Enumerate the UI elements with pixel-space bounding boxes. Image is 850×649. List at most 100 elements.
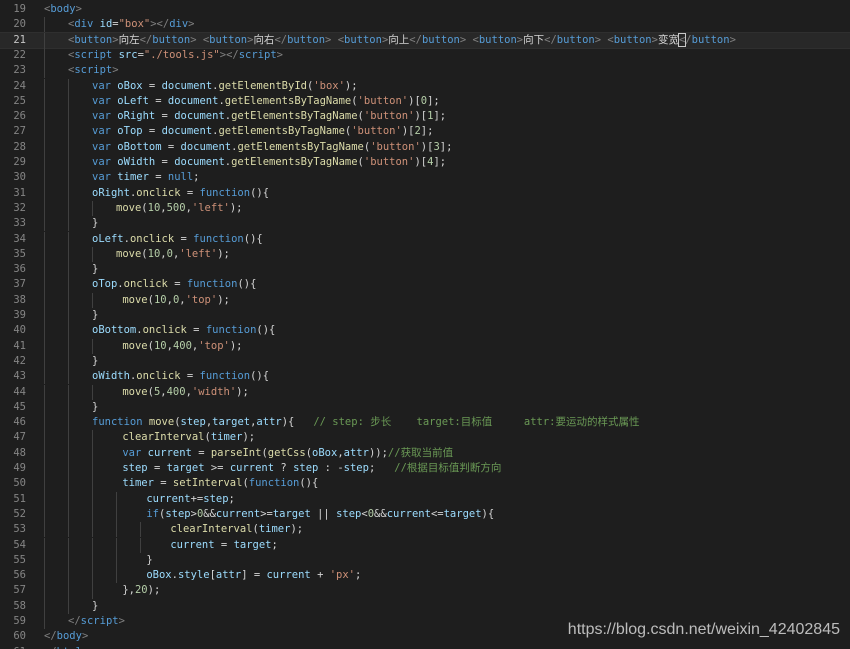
code-line-24[interactable]: 24 var oBox = document.getElementById('bo…	[0, 78, 850, 94]
token: >=	[204, 462, 230, 474]
line-number: 52	[13, 507, 26, 520]
code-line-55[interactable]: 55 }	[0, 552, 850, 569]
line-number: 59	[13, 615, 26, 627]
line-code: <script>	[68, 63, 119, 78]
line-number: 36	[13, 263, 26, 276]
code-line-19[interactable]: 19 <body>	[0, 2, 850, 17]
token: button	[691, 33, 730, 46]
code-line-34[interactable]: 34 oLeft.onclick = function(){	[0, 231, 850, 247]
code-line-61[interactable]: 61 </html>	[0, 645, 850, 649]
token: function	[199, 186, 251, 199]
token: );	[229, 339, 243, 352]
token: script	[74, 64, 113, 77]
code-line-48[interactable]: 48 var current = parseInt(getCss(oBox,at…	[0, 445, 850, 461]
code-line-26[interactable]: 26 var oRight = document.getElementsByTag…	[0, 109, 850, 125]
code-line-46[interactable]: 46 function move(step,target,attr){ // st…	[0, 415, 850, 431]
token: }	[92, 599, 99, 612]
token: =	[148, 171, 168, 184]
code-line-58[interactable]: 58}	[0, 598, 850, 614]
line-code: var timer = null;	[92, 170, 200, 185]
token: timer	[210, 431, 243, 444]
token: }	[92, 217, 99, 230]
indent-guide	[44, 506, 45, 523]
code-line-42[interactable]: 42}	[0, 353, 850, 370]
code-line-27[interactable]: 27 var oTop = document.getElementsByTagNa…	[0, 124, 850, 140]
token: ];	[420, 125, 434, 138]
code-line-22[interactable]: 22 <script src="./tools.js"></script>	[0, 47, 850, 64]
line-code: timer = setInterval(function(){	[116, 476, 318, 491]
token: move	[122, 293, 148, 306]
token: ;	[368, 462, 395, 474]
token: clearInterval	[122, 431, 205, 444]
code-line-45[interactable]: 45}	[0, 399, 850, 416]
code-line-25[interactable]: 25 var oLeft = document.getElementsByTagN…	[0, 93, 850, 110]
code-line-51[interactable]: 51 current+=step;	[0, 491, 850, 507]
indent-guide	[116, 491, 117, 507]
code-line-50[interactable]: 50 timer = setInterval(function(){	[0, 476, 850, 492]
line-code: var oLeft = document.getElementsByTagNam…	[92, 94, 440, 109]
code-line-32[interactable]: 32 move(10,500,'left');	[0, 200, 850, 217]
code-line-43[interactable]: 43 oWidth.onclick = function(){	[0, 369, 850, 385]
token: button	[421, 33, 460, 46]
code-line-33[interactable]: 33}	[0, 216, 850, 232]
code-line-21[interactable]: 21 <button>向左</button> <button>向右</button…	[0, 31, 850, 49]
code-line-56[interactable]: 56 oBox.style[attr] = current + 'px';	[0, 568, 850, 584]
indent-guide	[44, 445, 45, 461]
code-line-49[interactable]: 49 step = target >= current ? step : -st…	[0, 461, 850, 477]
code-line-28[interactable]: 28 var oBottom = document.getElementsByTa…	[0, 139, 850, 155]
code-line-44[interactable]: 44 move(5,400,'width');	[0, 384, 850, 400]
token: ;	[193, 171, 200, 184]
indent-guide	[68, 399, 69, 416]
code-line-36[interactable]: 36}	[0, 262, 850, 278]
code-line-31[interactable]: 31 oRight.onclick = function(){	[0, 185, 850, 201]
indent-guide	[44, 17, 45, 33]
token: </	[44, 630, 57, 643]
code-line-41[interactable]: 41 move(10,400,'top');	[0, 338, 850, 354]
code-line-39[interactable]: 39}	[0, 308, 850, 324]
code-line-30[interactable]: 30 var timer = null;	[0, 170, 850, 186]
code-line-38[interactable]: 38 move(10,0,'top');	[0, 292, 850, 308]
code-line-23[interactable]: 23 <script>	[0, 63, 850, 79]
token: button	[344, 33, 382, 46]
code-line-57[interactable]: 57 },20);	[0, 583, 850, 599]
line-number: 29	[13, 156, 26, 168]
code-line-53[interactable]: 53 clearInterval(timer);	[0, 522, 850, 538]
line-code: </html>	[44, 645, 88, 649]
code-line-40[interactable]: 40 oBottom.onclick = function(){	[0, 323, 850, 339]
token: step	[336, 507, 362, 520]
token: getElementsByTagName	[237, 140, 364, 153]
line-code: <button>向左</button> <button>向右</button> …	[68, 32, 736, 48]
indent-guide	[44, 476, 45, 492]
indent-guide	[68, 277, 69, 293]
code-line-35[interactable]: 35 move(10,0,'left');	[0, 246, 850, 263]
token: ];	[433, 110, 447, 123]
token: 向左	[118, 33, 140, 46]
indent-guide	[140, 522, 141, 538]
indent-guide	[68, 292, 69, 308]
token: current	[229, 462, 275, 474]
token: function	[248, 477, 300, 490]
indent-guide	[92, 384, 93, 400]
indent-guide	[68, 430, 69, 446]
code-line-37[interactable]: 37 oTop.onclick = function(){	[0, 277, 850, 293]
line-number: 42	[13, 354, 26, 367]
line-code: step = target >= current ? step : -step;…	[116, 461, 501, 476]
code-line-20[interactable]: 20 <div id="box"></div>	[0, 17, 850, 33]
line-code: var oBox = document.getElementById('box'…	[92, 79, 358, 94]
code-line-54[interactable]: 54 current = target;	[0, 537, 850, 553]
vertical-scrollbar[interactable]	[842, 0, 850, 649]
code-editor[interactable]: 19 <body> 20 <div id="box"></div> 21 <button>…	[0, 0, 850, 649]
token: =	[167, 278, 187, 291]
token: target	[443, 507, 482, 520]
indent-guide	[92, 583, 93, 599]
indent-guide	[92, 338, 93, 354]
token: +	[310, 569, 330, 582]
token: =	[155, 156, 175, 168]
code-line-29[interactable]: 29 var oWidth = document.getElementsByTag…	[0, 155, 850, 171]
token: 'left'	[179, 247, 218, 260]
indent-guide	[44, 399, 45, 416]
token: script	[238, 48, 277, 61]
code-line-47[interactable]: 47 clearInterval(timer);	[0, 430, 850, 446]
code-line-52[interactable]: 52 if(step>0&&current>=target || step<0&…	[0, 506, 850, 523]
token: function	[186, 278, 238, 291]
